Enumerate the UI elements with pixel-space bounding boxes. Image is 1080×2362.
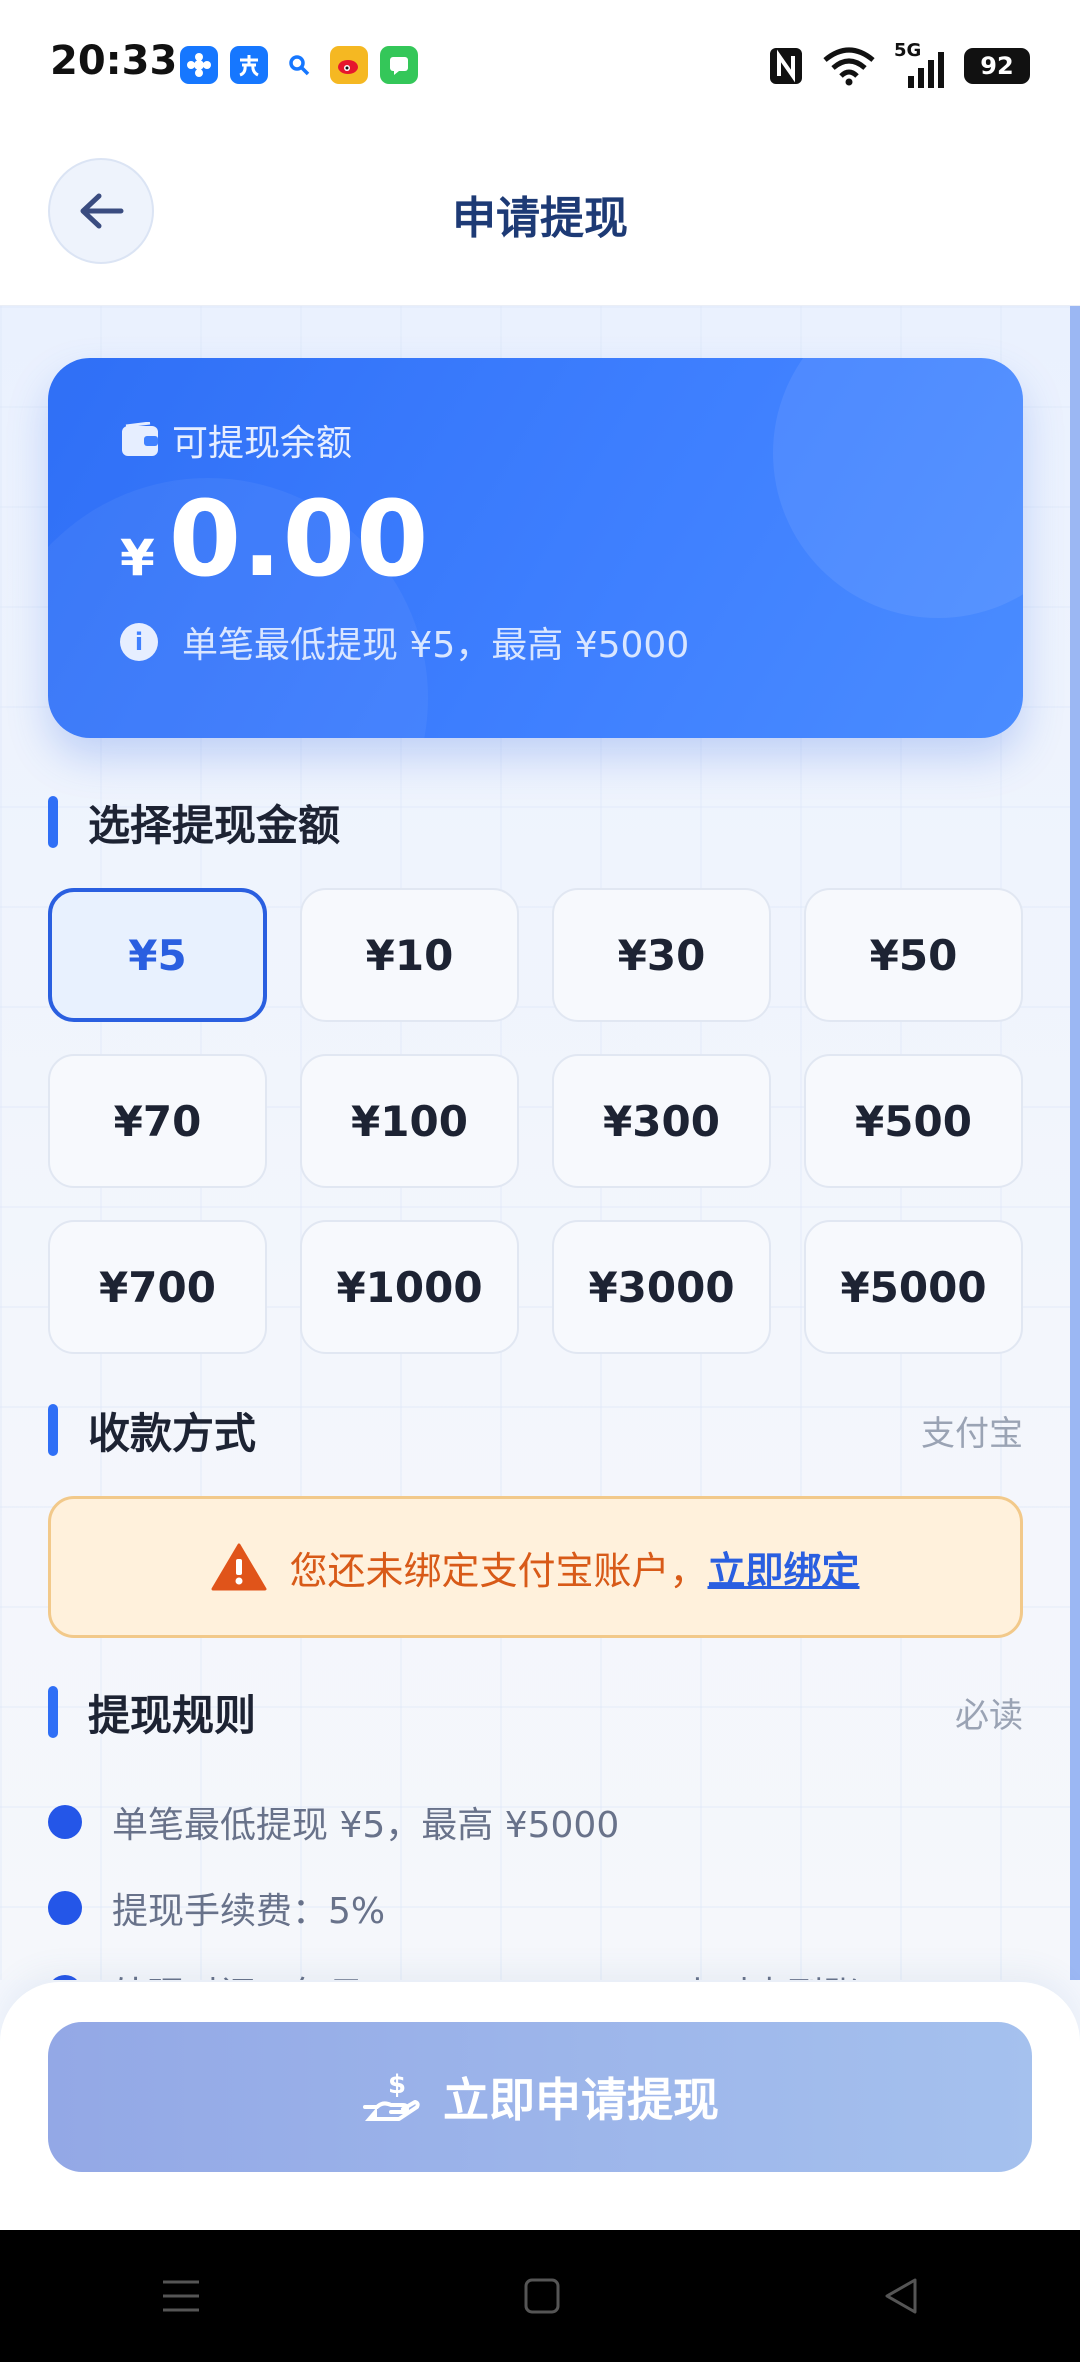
bind-now-link[interactable]: 立即绑定: [708, 1549, 860, 1593]
rule-item: 单笔最低提现 ¥5，最高 ¥5000: [48, 1796, 619, 1848]
info-icon: i: [120, 623, 158, 661]
cellular-signal-icon: 5G: [894, 40, 946, 88]
rule-item: 提现手续费：5%: [48, 1882, 385, 1934]
amount-option[interactable]: ¥700: [48, 1220, 267, 1354]
hand-coin-icon: $: [363, 2070, 420, 2121]
amount-option[interactable]: ¥3000: [552, 1220, 771, 1354]
section-accent-bar: [48, 1404, 58, 1456]
wallet-icon: [122, 422, 158, 456]
home-icon[interactable]: [522, 2276, 562, 2316]
menu-icon[interactable]: [159, 2276, 203, 2316]
balance-note-row: i 单笔最低提现 ¥5，最高 ¥5000: [120, 616, 689, 668]
submit-withdraw-button[interactable]: $ 立即申请提现: [48, 2022, 1032, 2172]
payment-section-title: 收款方式: [88, 1408, 257, 1458]
warning-icon: [211, 1543, 267, 1591]
nfc-icon: [770, 48, 802, 84]
weibo-app-icon: [330, 46, 368, 84]
amount-option[interactable]: ¥30: [552, 888, 771, 1022]
warning-message: 您还未绑定支付宝账户，: [289, 1548, 708, 1593]
battery-indicator: 92: [964, 48, 1030, 84]
status-bar: 20:33 5G 92: [0, 0, 1080, 120]
amount-section-header: 选择提现金额: [48, 792, 1023, 852]
wifi-icon: [823, 47, 875, 86]
rule-text: 单笔最低提现 ¥5，最高 ¥5000: [112, 1805, 620, 1846]
amount-option[interactable]: ¥300: [552, 1054, 771, 1188]
amount-option[interactable]: ¥500: [804, 1054, 1023, 1188]
card-decoration: [773, 358, 1023, 618]
rule-text: 提现手续费：5%: [112, 1891, 386, 1932]
bullet-icon: [48, 1805, 82, 1839]
section-accent-bar: [48, 1686, 58, 1738]
amount-options-grid: ¥5 ¥10 ¥30 ¥50 ¥70 ¥100 ¥300 ¥500 ¥700 ¥…: [48, 888, 1023, 1354]
message-app-icon: [380, 46, 418, 84]
balance-amount-row: ¥ 0.00: [120, 478, 429, 600]
section-accent-bar: [48, 796, 58, 848]
scrollbar-thumb[interactable]: [1070, 306, 1080, 1980]
bullet-icon: [48, 1975, 82, 1980]
alipay-app-icon: [230, 46, 268, 84]
bind-account-warning: 您还未绑定支付宝账户，立即绑定: [48, 1496, 1023, 1638]
warning-text: 您还未绑定支付宝账户，立即绑定: [289, 1540, 859, 1595]
currency-symbol: ¥: [120, 529, 155, 587]
scrollbar[interactable]: [1070, 306, 1080, 1980]
balance-label-row: 可提现余额: [120, 414, 352, 466]
content-area: 可提现余额 ¥ 0.00 i 单笔最低提现 ¥5，最高 ¥5000 选择提现金额…: [0, 306, 1080, 1980]
page-header: 申请提现: [0, 120, 1080, 306]
balance-card: 可提现余额 ¥ 0.00 i 单笔最低提现 ¥5，最高 ¥5000: [48, 358, 1023, 738]
amount-option[interactable]: ¥10: [300, 888, 519, 1022]
amount-option[interactable]: ¥70: [48, 1054, 267, 1188]
amount-option[interactable]: ¥5: [48, 888, 267, 1022]
submit-button-label: 立即申请提现: [443, 2073, 719, 2127]
payment-method-label: 支付宝: [921, 1413, 1023, 1454]
amount-option[interactable]: ¥5000: [804, 1220, 1023, 1354]
rule-item: 处理时间：每日 9:00-22:00，2-4 小时内到账: [48, 1966, 859, 1980]
amount-option[interactable]: ¥1000: [300, 1220, 519, 1354]
search-app-icon: [280, 46, 318, 84]
amount-option[interactable]: ¥100: [300, 1054, 519, 1188]
svg-text:$: $: [388, 2070, 406, 2100]
page-title: 申请提现: [452, 193, 628, 244]
bottom-action-panel: $ 立即申请提现: [0, 1982, 1080, 2230]
rules-section-title: 提现规则: [88, 1690, 257, 1740]
balance-amount: 0.00: [168, 478, 430, 600]
notification-icons: [180, 46, 418, 84]
amount-section-title: 选择提现金额: [88, 800, 341, 850]
status-time: 20:33: [50, 38, 178, 84]
rule-text: 处理时间：每日 9:00-22:00，2-4 小时内到账: [112, 1966, 859, 1980]
payment-section-header: 收款方式 支付宝: [48, 1400, 1023, 1460]
bullet-icon: [48, 1891, 82, 1925]
balance-note: 单笔最低提现 ¥5，最高 ¥5000: [182, 625, 690, 666]
rules-section-header: 提现规则 必读: [48, 1682, 1023, 1742]
system-icons: 5G 92: [768, 40, 1030, 88]
pinwheel-app-icon: [180, 46, 218, 84]
amount-option[interactable]: ¥50: [804, 888, 1023, 1022]
must-read-badge: 必读: [955, 1695, 1023, 1736]
balance-label: 可提现余额: [172, 423, 353, 464]
back-nav-icon[interactable]: [881, 2276, 921, 2316]
system-nav-bar: [0, 2230, 1080, 2362]
